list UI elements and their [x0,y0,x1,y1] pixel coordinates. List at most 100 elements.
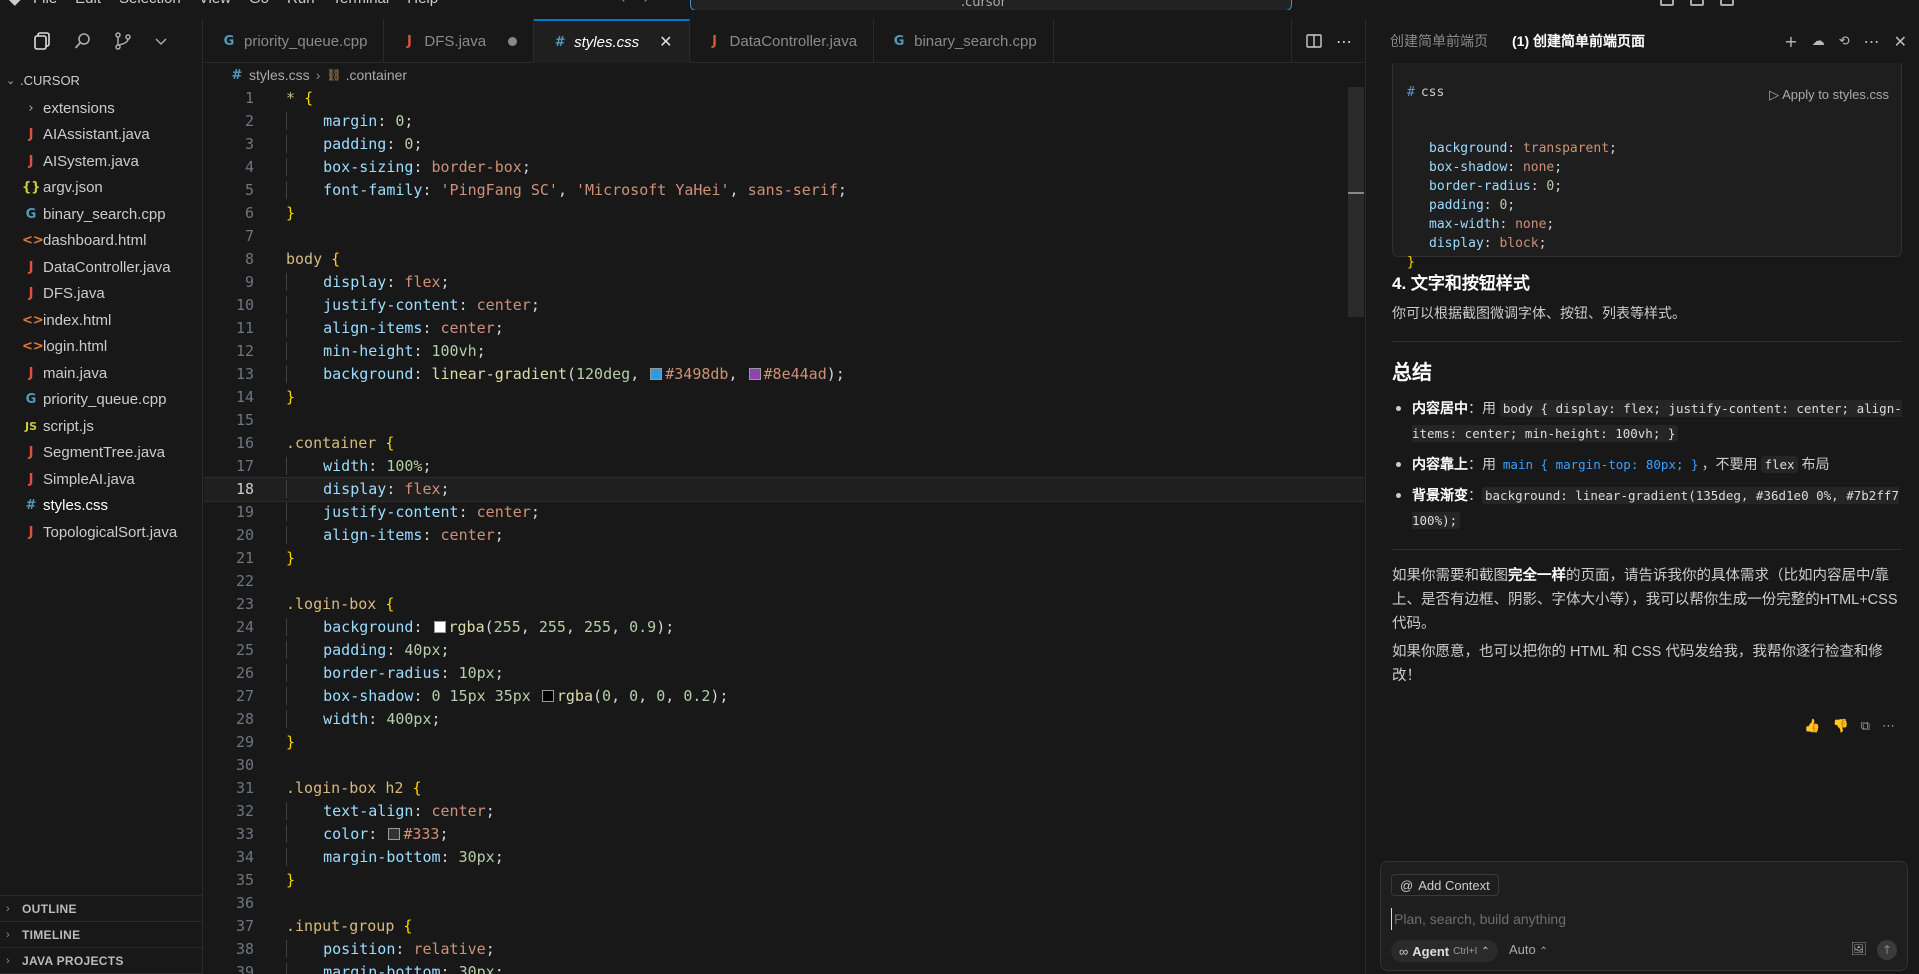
code-line[interactable]: 4 box-sizing: border-box; [204,156,1364,179]
split-editor-icon[interactable] [1306,33,1322,49]
layout-sidebar-icon[interactable] [1720,0,1734,6]
file-item-simpleai-java[interactable]: J SimpleAI.java [0,466,203,493]
code-line[interactable]: 9 display: flex; [204,271,1364,294]
menu-run[interactable]: Run [278,0,324,8]
file-item-datacontroller-java[interactable]: J DataController.java [0,254,203,281]
file-item-priority-queue-cpp[interactable]: Gpriority_queue.cpp [0,387,203,414]
cloud-icon[interactable]: ☁ [1812,34,1825,49]
code-line[interactable]: 15 [204,409,1364,432]
thumbs-up-icon[interactable]: 👍 [1804,719,1820,734]
code-line[interactable]: 37 .input-group { [204,915,1364,938]
more-actions-icon[interactable]: ⋯ [1336,32,1352,51]
chevron-down-icon[interactable] [154,34,168,48]
code-line[interactable]: 5 font-family: 'PingFang SC', 'Microsoft… [204,179,1364,202]
file-item-topologicalsort-java[interactable]: J TopologicalSort.java [0,519,203,546]
menu-terminal[interactable]: Terminal [324,0,399,8]
code-line[interactable]: 21} [204,547,1364,570]
code-line[interactable]: 26 border-radius: 10px; [204,662,1364,685]
more-icon[interactable]: ⋯ [1882,719,1895,734]
code-editor[interactable]: 1 * {2 margin: 0; 3 padding: 0; 4 box-sizin… [204,87,1364,974]
file-item-script-js[interactable]: JS script.js [0,413,203,440]
model-selector[interactable]: Auto ⌃ [1509,942,1548,957]
code-line[interactable]: 11 align-items: center; [204,317,1364,340]
color-swatch[interactable] [541,690,554,702]
code-line[interactable]: 38 position: relative; [204,938,1364,961]
panel-outline[interactable]: › OUTLINE [0,895,203,921]
menu-help[interactable]: Help [398,0,447,8]
code-line[interactable]: 23 .login-box { [204,593,1364,616]
file-item-argv-json[interactable]: {} argv.json [0,175,203,202]
code-line[interactable]: 22 [204,570,1364,593]
tab-priority-queue-cpp[interactable]: Gpriority_queue.cpp [204,19,385,63]
file-item-aisystem-java[interactable]: J AISystem.java [0,148,203,175]
file-item-aiassistant-java[interactable]: J AIAssistant.java [0,122,203,149]
code-line[interactable]: 14} [204,386,1364,409]
code-line[interactable]: 1 * { [204,87,1364,110]
command-center[interactable]: .cursor [690,0,1292,10]
add-context-button[interactable]: @ Add Context [1391,874,1499,896]
file-item-extensions[interactable]: › extensions [0,95,203,122]
tab-binary-search-cpp[interactable]: Gbinary_search.cpp [874,19,1054,63]
agent-mode-selector[interactable]: ∞ Agent Ctrl+I ⌃ [1391,940,1498,962]
layout-panel-icon[interactable] [1690,0,1704,6]
code-line[interactable]: 13 background: linear-gradient(120deg, #… [204,363,1364,386]
code-line[interactable]: 24 background: rgba(255, 255, 255, 0.9); [204,616,1364,639]
code-line[interactable]: 39 margin-bottom: 30px; [204,961,1364,974]
close-icon[interactable]: ✕ [1894,32,1907,51]
code-line[interactable]: 7 [204,225,1364,248]
code-line[interactable]: 33 color: #333; [204,823,1364,846]
source-control-icon[interactable] [114,32,132,50]
panel-timeline[interactable]: › TIMELINE [0,921,203,947]
apply-button[interactable]: ▷ Apply to styles.css [1769,87,1889,103]
code-line[interactable]: 36 [204,892,1364,915]
close-tab-icon[interactable]: ✕ [659,32,672,52]
explorer-root[interactable]: ⌄ .CURSOR [0,67,203,93]
menu-selection[interactable]: Selection [110,0,190,8]
menu-go[interactable]: Go [240,0,278,8]
menu-file[interactable]: File [24,0,66,8]
code-line[interactable]: 27 box-shadow: 0 15px 35px rgba(0, 0, 0,… [204,685,1364,708]
code-line[interactable]: 20 align-items: center; [204,524,1364,547]
file-item-binary-search-cpp[interactable]: Gbinary_search.cpp [0,201,203,228]
new-chat-icon[interactable]: + [1784,32,1797,51]
chat-tab-2[interactable]: (1) 创建简单前端页面 [1512,31,1645,51]
image-icon[interactable]: 🖼 [1850,942,1867,957]
file-item-main-java[interactable]: Jmain.java [0,360,203,387]
tab-styles-css[interactable]: # styles.css ✕ [534,19,690,63]
code-line[interactable]: 8 body { [204,248,1364,271]
code-line[interactable]: 34 margin-bottom: 30px; [204,846,1364,869]
code-line[interactable]: 30 [204,754,1364,777]
code-line[interactable]: 16 .container { [204,432,1364,455]
nav-arrows[interactable]: ‹ › [620,0,649,7]
code-line[interactable]: 3 padding: 0; [204,133,1364,156]
code-line[interactable]: 28 width: 400px; [204,708,1364,731]
chat-tab-1[interactable]: 创建简单前端页 [1390,31,1488,51]
breadcrumb-symbol[interactable]: .container [346,67,407,83]
code-line[interactable]: 10 justify-content: center; [204,294,1364,317]
code-line[interactable]: 12 min-height: 100vh; [204,340,1364,363]
color-swatch[interactable] [433,621,446,633]
code-line[interactable]: 6} [204,202,1364,225]
color-swatch[interactable] [388,828,401,840]
tab-dfs-java[interactable]: J DFS.java [384,19,535,63]
file-item-segmenttree-java[interactable]: J SegmentTree.java [0,440,203,467]
search-icon[interactable] [74,32,92,50]
breadcrumb-file[interactable]: styles.css [249,67,310,83]
code-line[interactable]: 17 width: 100%; [204,455,1364,478]
file-item-login-html[interactable]: <> login.html [0,334,203,361]
menu-edit[interactable]: Edit [66,0,110,8]
files-icon[interactable] [34,32,52,50]
file-item-index-html[interactable]: <> index.html [0,307,203,334]
code-line[interactable]: 18 display: flex; [204,477,1364,502]
layout-toggle-icon[interactable] [1660,0,1674,6]
code-line[interactable]: 2 margin: 0; [204,110,1364,133]
menu-view[interactable]: View [190,0,240,8]
tab-datacontroller-java[interactable]: J DataController.java [690,19,875,63]
more-icon[interactable]: ⋯ [1864,32,1880,51]
color-swatch[interactable] [650,368,663,380]
panel-java-projects[interactable]: › JAVA PROJECTS [0,947,203,973]
thumbs-down-icon[interactable]: 👎 [1833,719,1849,734]
color-swatch[interactable] [748,368,761,380]
code-line[interactable]: 31 .login-box h2 { [204,777,1364,800]
history-icon[interactable]: ⟲ [1839,34,1850,49]
